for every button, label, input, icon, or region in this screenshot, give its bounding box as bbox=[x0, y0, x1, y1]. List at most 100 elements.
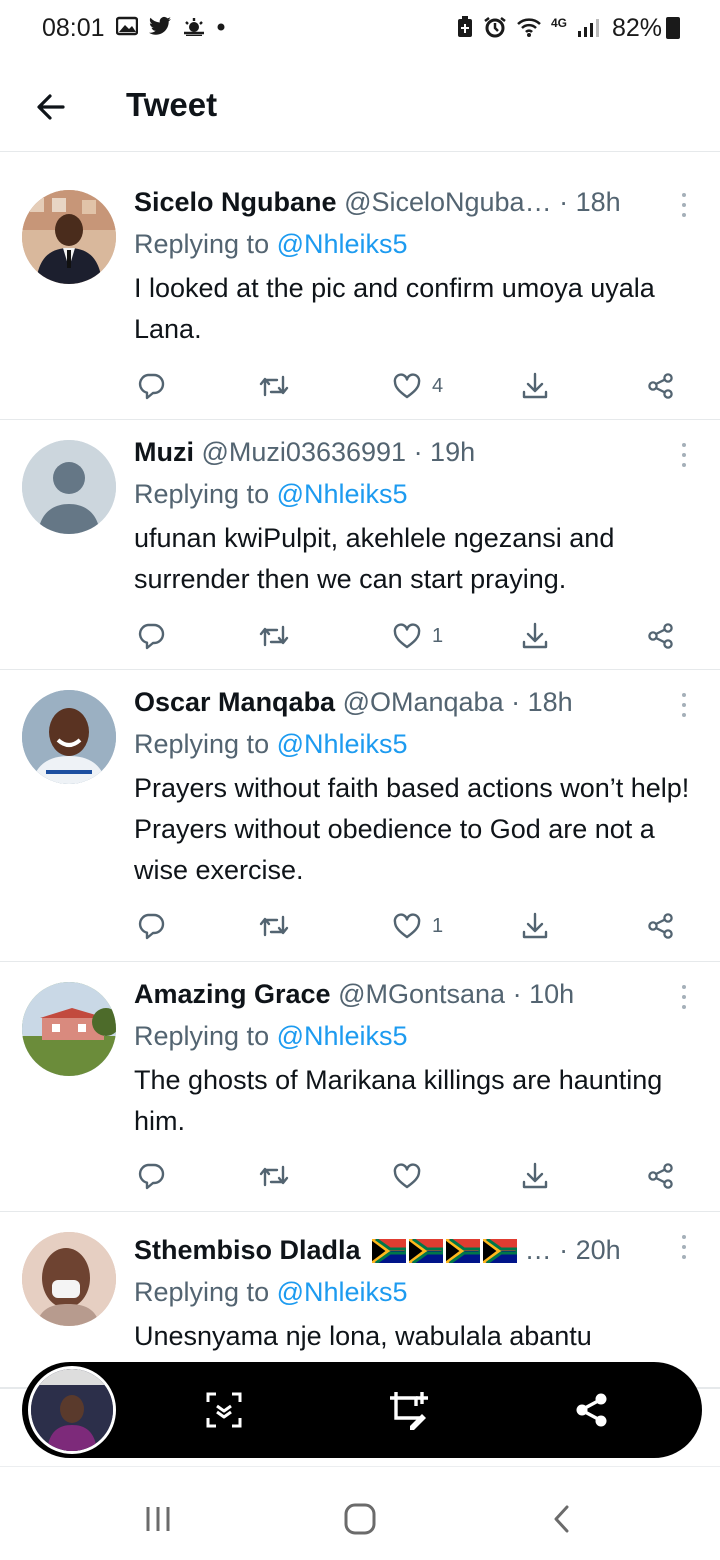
like-button[interactable]: 1 bbox=[392, 906, 443, 946]
share-icon bbox=[648, 623, 673, 649]
south-africa-flag-icon bbox=[483, 1239, 518, 1263]
avatar[interactable] bbox=[22, 982, 116, 1076]
replying-label: Replying to bbox=[134, 479, 277, 509]
display-name[interactable]: Sicelo Ngubane bbox=[134, 187, 337, 217]
download-button[interactable] bbox=[520, 906, 550, 946]
more-options-icon[interactable] bbox=[674, 190, 694, 220]
reply-button[interactable] bbox=[136, 1156, 166, 1196]
reply-button[interactable] bbox=[136, 616, 166, 656]
like-button[interactable]: 4 bbox=[392, 366, 443, 406]
signal-icon bbox=[578, 19, 599, 37]
tweet-text: Unesnyama nje lona, wabulala abantu bbox=[134, 1321, 592, 1351]
tweet-header: Oscar Manqaba @OManqaba · 18h bbox=[134, 684, 660, 720]
retweet-button[interactable] bbox=[258, 366, 290, 406]
heart-icon bbox=[393, 913, 421, 939]
reply-button[interactable] bbox=[136, 366, 166, 406]
tweet-time: · 18h bbox=[551, 187, 621, 217]
arrow-left-icon bbox=[37, 94, 65, 120]
download-button[interactable] bbox=[520, 1156, 550, 1196]
wifi-icon bbox=[517, 18, 541, 37]
avatar[interactable] bbox=[22, 190, 116, 284]
reply-icon bbox=[138, 373, 165, 400]
home-button[interactable] bbox=[338, 1497, 382, 1541]
replying-handle[interactable]: @Nhleiks5 bbox=[277, 229, 408, 259]
app-header: Tweet bbox=[0, 64, 720, 152]
heart-icon bbox=[393, 1163, 421, 1189]
share-button[interactable] bbox=[646, 616, 676, 656]
share-button[interactable] bbox=[646, 366, 676, 406]
tweet-text: I looked at the pic and confirm umoya uy… bbox=[134, 273, 655, 344]
avatar[interactable] bbox=[22, 440, 116, 534]
like-count: 4 bbox=[432, 374, 444, 397]
back-button[interactable] bbox=[28, 84, 74, 130]
avatar[interactable] bbox=[22, 1232, 116, 1326]
user-handle[interactable]: @MGontsana bbox=[338, 979, 505, 1009]
retweet-button[interactable] bbox=[258, 1156, 290, 1196]
tweet-text: Prayers without faith based actions won’… bbox=[134, 773, 690, 885]
retweet-icon bbox=[259, 1165, 289, 1187]
replying-handle[interactable]: @Nhleiks5 bbox=[277, 479, 408, 509]
download-button[interactable] bbox=[520, 366, 550, 406]
replying-handle[interactable]: @Nhleiks5 bbox=[277, 729, 408, 759]
tweet-item[interactable]: Oscar Manqaba @OManqaba · 18h Replying t… bbox=[0, 670, 720, 962]
share-button[interactable] bbox=[646, 906, 676, 946]
display-name[interactable]: Muzi bbox=[134, 437, 194, 467]
retweet-icon bbox=[259, 625, 289, 647]
replying-to: Replying to @Nhleiks5 bbox=[134, 1018, 408, 1054]
scroll-capture-icon bbox=[206, 1392, 242, 1428]
edit-screenshot-button[interactable] bbox=[384, 1386, 432, 1434]
user-handle[interactable]: … bbox=[525, 1235, 552, 1265]
reply-button[interactable] bbox=[136, 906, 166, 946]
retweet-icon bbox=[259, 915, 289, 937]
south-africa-flag-icon bbox=[409, 1239, 444, 1263]
user-handle[interactable]: @Muzi03636991 bbox=[202, 437, 407, 467]
share-icon bbox=[648, 373, 673, 399]
battery-icon bbox=[666, 17, 680, 39]
replying-label: Replying to bbox=[134, 1021, 277, 1051]
battery-saver-icon bbox=[457, 16, 472, 37]
more-options-icon[interactable] bbox=[674, 1232, 694, 1262]
retweet-button[interactable] bbox=[258, 906, 290, 946]
like-button[interactable]: 1 bbox=[392, 616, 443, 656]
display-name[interactable]: Sthembiso Dladla bbox=[134, 1235, 361, 1265]
like-button[interactable] bbox=[392, 1156, 432, 1196]
alarm-icon bbox=[484, 17, 506, 38]
like-count: 1 bbox=[432, 914, 444, 937]
download-icon bbox=[522, 622, 548, 649]
replying-handle[interactable]: @Nhleiks5 bbox=[277, 1021, 408, 1051]
back-nav-button[interactable] bbox=[540, 1497, 584, 1541]
display-name[interactable]: Oscar Manqaba bbox=[134, 687, 335, 717]
tweet-header: Sthembiso Dladla … · 20h bbox=[134, 1232, 660, 1268]
battery-percent: 82% bbox=[612, 14, 663, 42]
tweet-item[interactable]: Muzi @Muzi03636991 · 19h Replying to @Nh… bbox=[0, 420, 720, 670]
user-handle[interactable]: @OManqaba bbox=[343, 687, 504, 717]
share-button[interactable] bbox=[646, 1156, 676, 1196]
user-handle[interactable]: @SiceloNguba… bbox=[344, 187, 552, 217]
scroll-capture-button[interactable] bbox=[200, 1386, 248, 1434]
screenshot-thumbnail[interactable] bbox=[28, 1366, 116, 1454]
recent-apps-button[interactable] bbox=[136, 1497, 180, 1541]
screenshot-toolbar bbox=[22, 1362, 702, 1458]
retweet-button[interactable] bbox=[258, 616, 290, 656]
download-button[interactable] bbox=[520, 616, 550, 656]
avatar[interactable] bbox=[22, 690, 116, 784]
more-options-icon[interactable] bbox=[674, 690, 694, 720]
south-africa-flag-icon bbox=[372, 1239, 407, 1263]
default-avatar-icon bbox=[22, 440, 116, 534]
crop-edit-icon bbox=[390, 1392, 428, 1430]
tweet-time: · 19h bbox=[406, 437, 476, 467]
more-options-icon[interactable] bbox=[674, 982, 694, 1012]
status-time: 08:01 bbox=[42, 14, 105, 42]
tweet-item[interactable]: Amazing Grace @MGontsana · 10h Replying … bbox=[0, 962, 720, 1212]
tweet-time: · 20h bbox=[551, 1235, 621, 1265]
more-options-icon[interactable] bbox=[674, 440, 694, 470]
display-name[interactable]: Amazing Grace bbox=[134, 979, 331, 1009]
recent-apps-icon bbox=[146, 1507, 170, 1531]
dot-icon bbox=[217, 23, 225, 31]
tweet-actions: 1 bbox=[134, 906, 694, 946]
replying-handle[interactable]: @Nhleiks5 bbox=[277, 1277, 408, 1307]
tweet-item[interactable]: Sicelo Ngubane @SiceloNguba… · 18h Reply… bbox=[0, 170, 720, 420]
share-screenshot-button[interactable] bbox=[568, 1386, 616, 1434]
notification-icons bbox=[116, 16, 226, 36]
twitter-bird-icon bbox=[149, 16, 171, 35]
